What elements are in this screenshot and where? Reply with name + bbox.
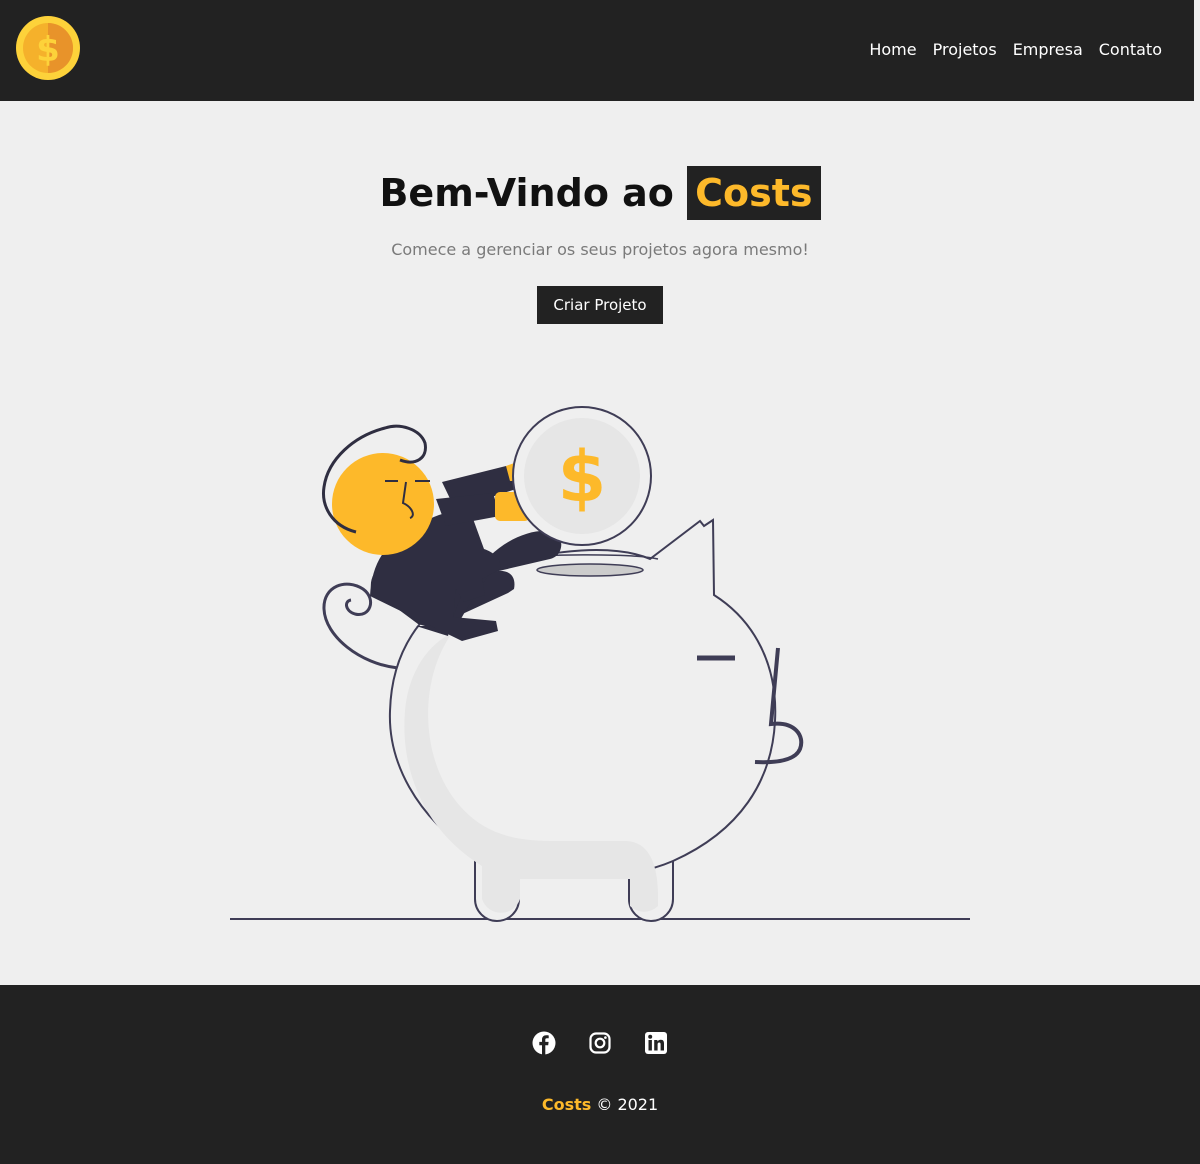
nav-menu: Home Projetos Empresa Contato	[869, 39, 1162, 61]
navbar: $ Home Projetos Empresa Contato	[0, 0, 1194, 101]
brand-highlight: Costs	[687, 166, 821, 220]
facebook-icon[interactable]	[532, 1031, 556, 1055]
svg-text:$: $	[558, 436, 607, 518]
social-links	[0, 1031, 1200, 1055]
hero-section: Bem-Vindo ao Costs Comece a gerenciar os…	[0, 101, 1200, 985]
instagram-icon[interactable]	[588, 1031, 612, 1055]
nav-link-home[interactable]: Home	[869, 40, 916, 59]
nav-link-contato[interactable]: Contato	[1099, 40, 1162, 59]
hero-subtitle: Comece a gerenciar os seus projetos agor…	[391, 240, 809, 259]
create-project-button[interactable]: Criar Projeto	[537, 286, 663, 324]
svg-text:$: $	[36, 30, 60, 70]
nav-link-empresa[interactable]: Empresa	[1013, 40, 1083, 59]
coin-dollar-icon[interactable]: $	[16, 16, 80, 80]
copyright-text: Costs © 2021	[0, 1095, 1200, 1114]
footer-brand: Costs	[541, 1095, 592, 1114]
footer: Costs © 2021	[0, 985, 1200, 1164]
title-prefix: Bem-Vindo ao	[379, 171, 674, 215]
copyright-suffix: © 2021	[596, 1095, 659, 1114]
nav-link-projetos[interactable]: Projetos	[933, 40, 997, 59]
piggy-bank-illustration: $	[230, 406, 970, 922]
page-title: Bem-Vindo ao Costs	[0, 165, 1200, 221]
linkedin-icon[interactable]	[644, 1031, 668, 1055]
